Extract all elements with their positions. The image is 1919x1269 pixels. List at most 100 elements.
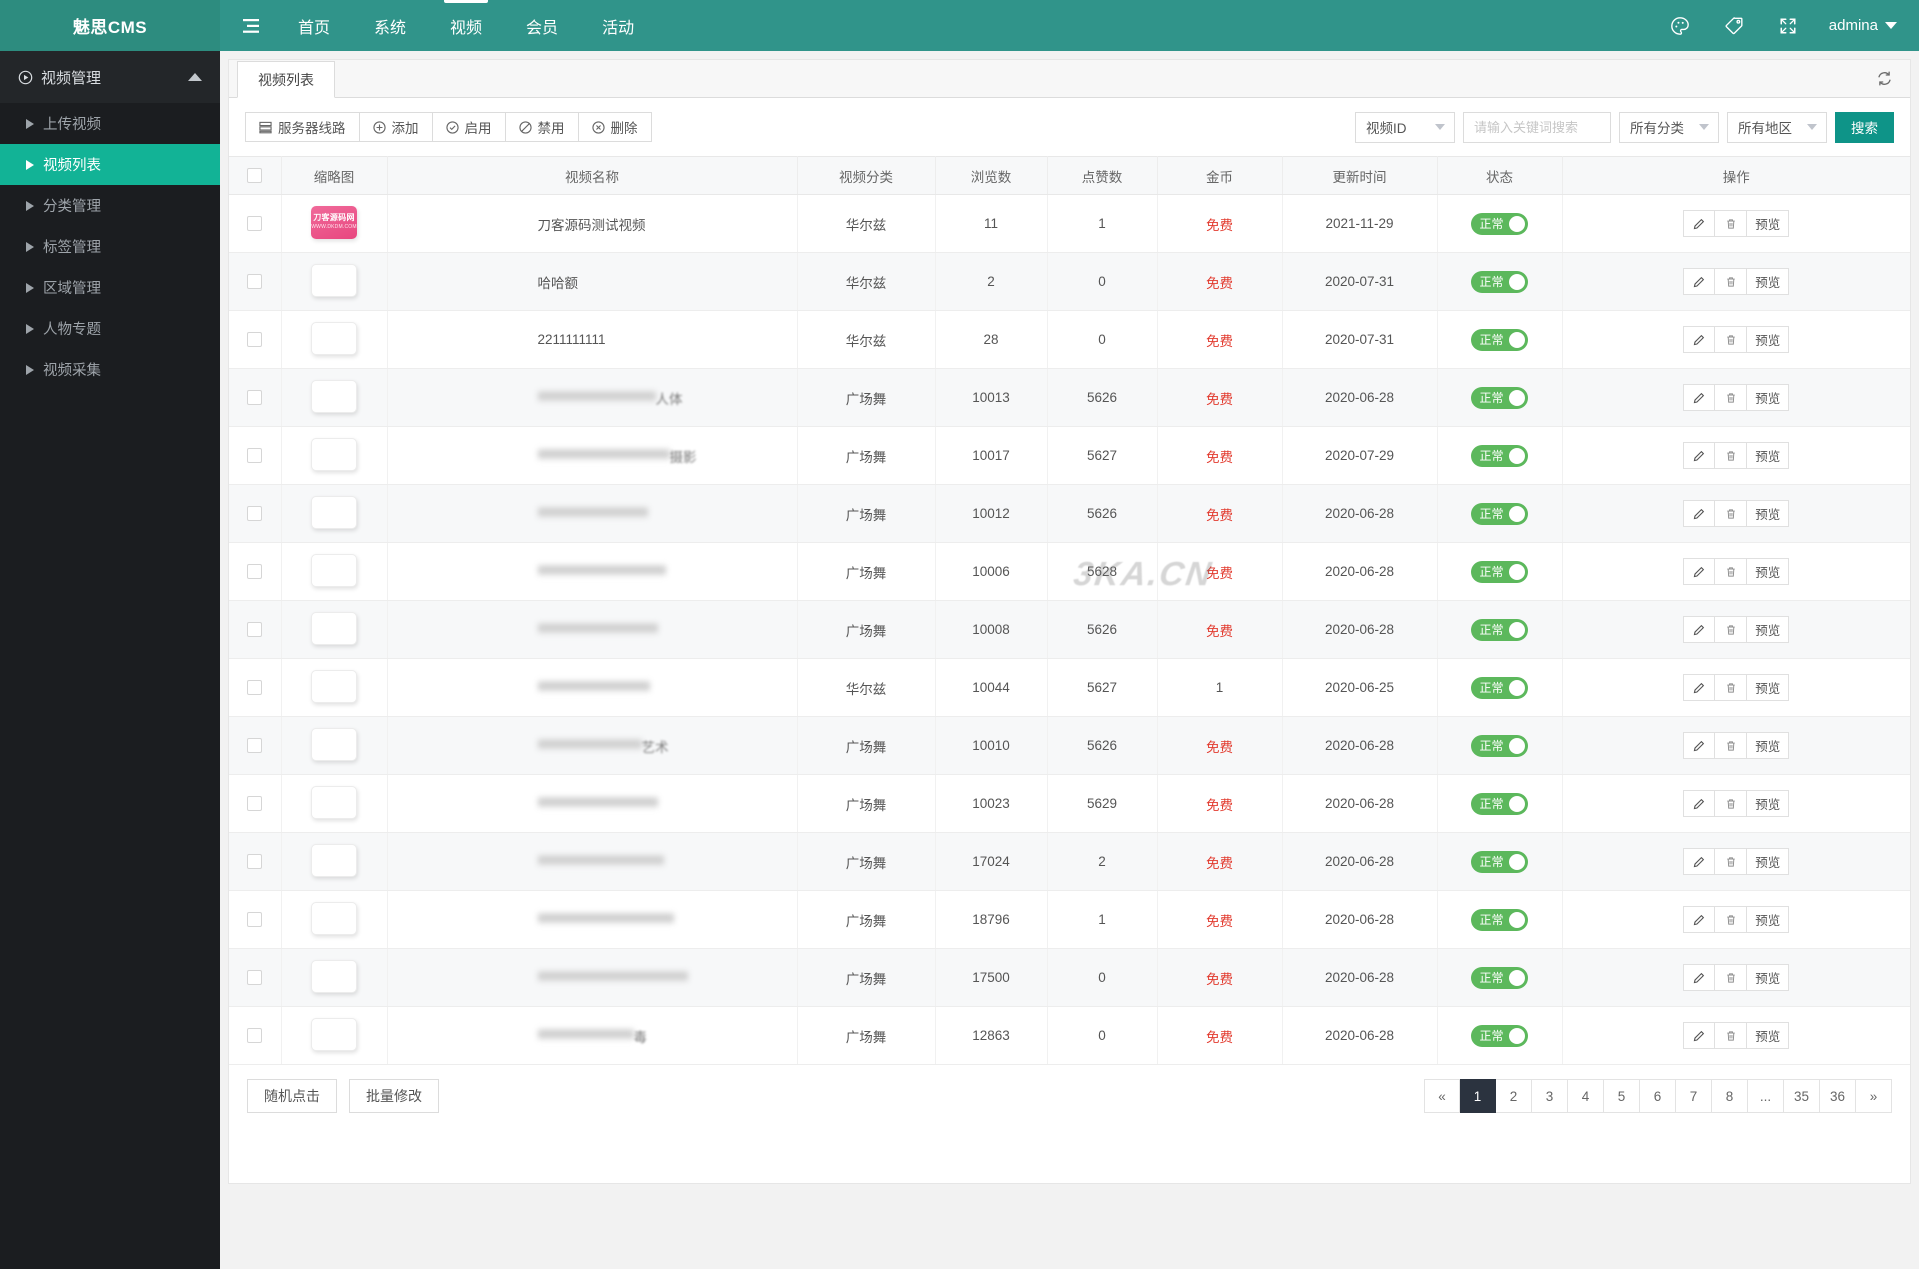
row-checkbox[interactable] — [247, 680, 263, 696]
edit-button[interactable] — [1683, 1022, 1716, 1049]
preview-button[interactable]: 预览 — [1747, 210, 1790, 237]
delete-row-button[interactable] — [1715, 964, 1748, 991]
preview-button[interactable]: 预览 — [1747, 500, 1790, 527]
page-2[interactable]: 2 — [1496, 1079, 1532, 1113]
sidebar-item-0[interactable]: 上传视频 — [0, 103, 220, 144]
video-thumbnail[interactable] — [311, 495, 357, 529]
video-thumbnail[interactable] — [311, 611, 357, 645]
page-«[interactable]: « — [1424, 1079, 1460, 1113]
preview-button[interactable]: 预览 — [1747, 1022, 1790, 1049]
status-toggle[interactable]: 正常 — [1471, 618, 1528, 641]
status-toggle[interactable]: 正常 — [1471, 270, 1528, 293]
sidebar-item-3[interactable]: 标签管理 — [0, 226, 220, 267]
sidebar-item-4[interactable]: 区域管理 — [0, 267, 220, 308]
search-button[interactable]: 搜索 — [1835, 111, 1894, 143]
page-5[interactable]: 5 — [1604, 1079, 1640, 1113]
edit-button[interactable] — [1683, 790, 1716, 817]
sidebar-group-video-management[interactable]: 视频管理 — [0, 51, 220, 103]
row-checkbox[interactable] — [247, 622, 263, 638]
row-checkbox[interactable] — [247, 854, 263, 870]
preview-button[interactable]: 预览 — [1747, 616, 1790, 643]
delete-row-button[interactable] — [1715, 384, 1748, 411]
nav-item-0[interactable]: 首页 — [276, 0, 352, 51]
sidebar-item-5[interactable]: 人物专题 — [0, 308, 220, 349]
nav-item-3[interactable]: 会员 — [504, 0, 580, 51]
page-36[interactable]: 36 — [1820, 1079, 1856, 1113]
add-button[interactable]: 添加 — [359, 112, 433, 142]
row-checkbox[interactable] — [247, 506, 263, 522]
enable-button[interactable]: 启用 — [432, 112, 506, 142]
delete-row-button[interactable] — [1715, 732, 1748, 759]
video-thumbnail[interactable] — [311, 669, 357, 703]
row-checkbox[interactable] — [247, 390, 263, 406]
row-checkbox[interactable] — [247, 332, 263, 348]
preview-button[interactable]: 预览 — [1747, 384, 1790, 411]
row-checkbox[interactable] — [247, 912, 263, 928]
video-thumbnail[interactable] — [311, 263, 357, 297]
disable-button[interactable]: 禁用 — [505, 112, 579, 142]
video-thumbnail[interactable] — [311, 379, 357, 413]
edit-button[interactable] — [1683, 210, 1716, 237]
row-checkbox[interactable] — [247, 448, 263, 464]
status-toggle[interactable]: 正常 — [1471, 734, 1528, 757]
row-checkbox[interactable] — [247, 738, 263, 754]
delete-row-button[interactable] — [1715, 326, 1748, 353]
video-thumbnail[interactable]: 刀客源码网 WWW.DKDM.COM — [311, 205, 357, 239]
batch-edit-button[interactable]: 批量修改 — [349, 1079, 439, 1113]
delete-row-button[interactable] — [1715, 1022, 1748, 1049]
edit-button[interactable] — [1683, 906, 1716, 933]
refresh-icon[interactable] — [1858, 60, 1910, 97]
edit-button[interactable] — [1683, 442, 1716, 469]
status-toggle[interactable]: 正常 — [1471, 502, 1528, 525]
video-thumbnail[interactable] — [311, 785, 357, 819]
palette-icon[interactable] — [1653, 0, 1707, 51]
delete-row-button[interactable] — [1715, 210, 1748, 237]
status-toggle[interactable]: 正常 — [1471, 386, 1528, 409]
nav-item-1[interactable]: 系统 — [352, 0, 428, 51]
row-checkbox[interactable] — [247, 274, 263, 290]
edit-button[interactable] — [1683, 848, 1716, 875]
preview-button[interactable]: 预览 — [1747, 674, 1790, 701]
server-line-button[interactable]: 服务器线路 — [245, 112, 360, 142]
page-8[interactable]: 8 — [1712, 1079, 1748, 1113]
video-thumbnail[interactable] — [311, 959, 357, 993]
preview-button[interactable]: 预览 — [1747, 558, 1790, 585]
video-thumbnail[interactable] — [311, 553, 357, 587]
video-thumbnail[interactable] — [311, 901, 357, 935]
preview-button[interactable]: 预览 — [1747, 906, 1790, 933]
delete-row-button[interactable] — [1715, 558, 1748, 585]
row-checkbox[interactable] — [247, 1028, 263, 1044]
nav-item-2[interactable]: 视频 — [428, 0, 504, 51]
page-35[interactable]: 35 — [1784, 1079, 1820, 1113]
delete-row-button[interactable] — [1715, 790, 1748, 817]
page-3[interactable]: 3 — [1532, 1079, 1568, 1113]
preview-button[interactable]: 预览 — [1747, 848, 1790, 875]
sidebar-item-6[interactable]: 视频采集 — [0, 349, 220, 390]
preview-button[interactable]: 预览 — [1747, 790, 1790, 817]
edit-button[interactable] — [1683, 558, 1716, 585]
page-4[interactable]: 4 — [1568, 1079, 1604, 1113]
sidebar-item-1[interactable]: 视频列表 — [0, 144, 220, 185]
status-toggle[interactable]: 正常 — [1471, 212, 1528, 235]
edit-button[interactable] — [1683, 732, 1716, 759]
page-1[interactable]: 1 — [1460, 1079, 1496, 1113]
status-toggle[interactable]: 正常 — [1471, 1024, 1528, 1047]
category-select[interactable]: 所有分类 — [1619, 111, 1719, 143]
edit-button[interactable] — [1683, 384, 1716, 411]
row-checkbox[interactable] — [247, 564, 263, 580]
delete-row-button[interactable] — [1715, 268, 1748, 295]
delete-row-button[interactable] — [1715, 848, 1748, 875]
video-thumbnail[interactable] — [311, 1017, 357, 1051]
delete-row-button[interactable] — [1715, 442, 1748, 469]
status-toggle[interactable]: 正常 — [1471, 560, 1528, 583]
edit-button[interactable] — [1683, 326, 1716, 353]
status-toggle[interactable]: 正常 — [1471, 676, 1528, 699]
preview-button[interactable]: 预览 — [1747, 326, 1790, 353]
sidebar-item-2[interactable]: 分类管理 — [0, 185, 220, 226]
edit-button[interactable] — [1683, 964, 1716, 991]
delete-row-button[interactable] — [1715, 616, 1748, 643]
tab-video-list[interactable]: 视频列表 — [237, 61, 335, 98]
search-input[interactable] — [1463, 111, 1611, 143]
status-toggle[interactable]: 正常 — [1471, 328, 1528, 351]
field-select[interactable]: 视频ID — [1355, 111, 1455, 143]
